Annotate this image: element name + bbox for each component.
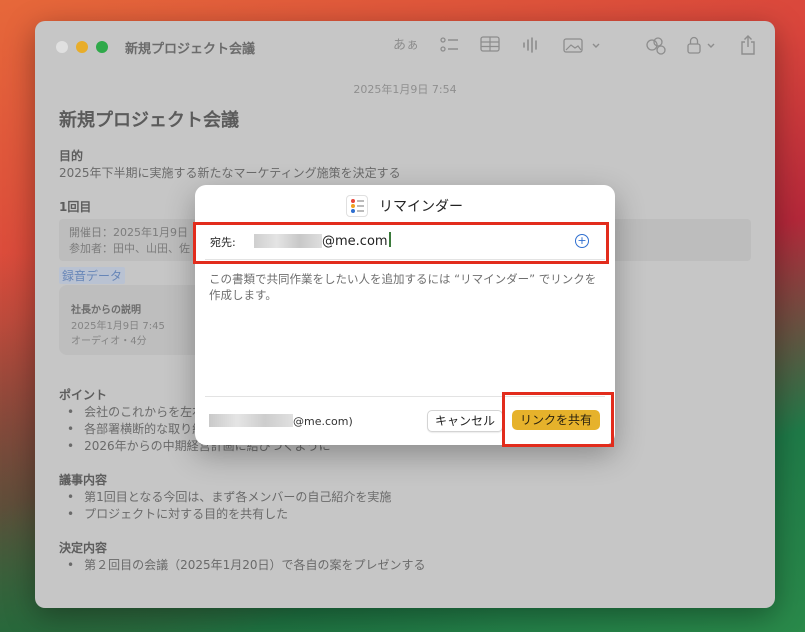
audio-waveform-icon[interactable] [522,36,540,59]
purpose-heading: 目的 [59,149,84,163]
cancel-button[interactable]: キャンセル [427,410,503,432]
media-icon[interactable] [563,36,603,59]
sharing-account: @me.com) [209,414,353,428]
highlight-recipient-box [193,222,609,264]
dialog-description: この書類で共同作業をしたい人を追加するには “リマインダー” でリンクを作成しま… [209,272,597,302]
redacted-account [209,414,293,427]
highlight-share-button [502,392,614,447]
list-item: 各部署横断的な取り組 [67,420,204,437]
close-window-button[interactable] [56,41,68,53]
info-attendees: 参加者：田中、山田、佐 [69,242,190,255]
note-title: 新規プロジェクト会議 [59,110,239,131]
list-item: 第1回目となる今回は、まず各メンバーの自己紹介を実施 [67,488,391,505]
lock-icon[interactable] [686,36,722,59]
round-heading: 1回目 [59,200,92,214]
window-title: 新規プロジェクト会議 [125,42,256,57]
decision-heading: 決定内容 [59,541,108,555]
checklist-icon[interactable] [440,36,460,59]
account-suffix: @me.com) [293,415,353,428]
audio-meta: オーディオ・4分 [71,336,147,347]
format-text-icon[interactable]: あぁ [393,36,419,56]
audio-title: 社長からの説明 [71,305,141,316]
purpose-text: 2025年下半期に実施する新たなマーケティング施策を決定する [59,166,401,180]
title-bar: 新規プロジェクト会議 あぁ [35,21,775,71]
minimize-window-button[interactable] [76,41,88,53]
info-date: 開催日：2025年1月9日 [69,226,188,239]
recording-label: 録音データ [59,267,126,284]
list-item: 会社のこれからを左右 [67,403,204,420]
collaborate-icon[interactable] [645,36,667,61]
points-heading: ポイント [59,388,108,402]
list-item: 第２回目の会議（2025年1月20日）で各自の案をプレゼンする [67,556,425,573]
table-icon[interactable] [480,36,500,57]
agenda-heading: 議事内容 [59,473,108,487]
zoom-window-button[interactable] [96,41,108,53]
audio-attachment-card[interactable]: 社長からの説明 2025年1月9日 7:45 オーディオ・4分 [59,285,209,355]
reminders-app-icon [346,195,368,217]
dialog-title: リマインダー [379,199,463,215]
share-icon[interactable] [739,34,757,61]
note-datestamp: 2025年1月9日 7:54 [353,83,457,96]
list-item: プロジェクトに対する目的を共有した [67,505,288,522]
audio-date: 2025年1月9日 7:45 [71,321,165,332]
